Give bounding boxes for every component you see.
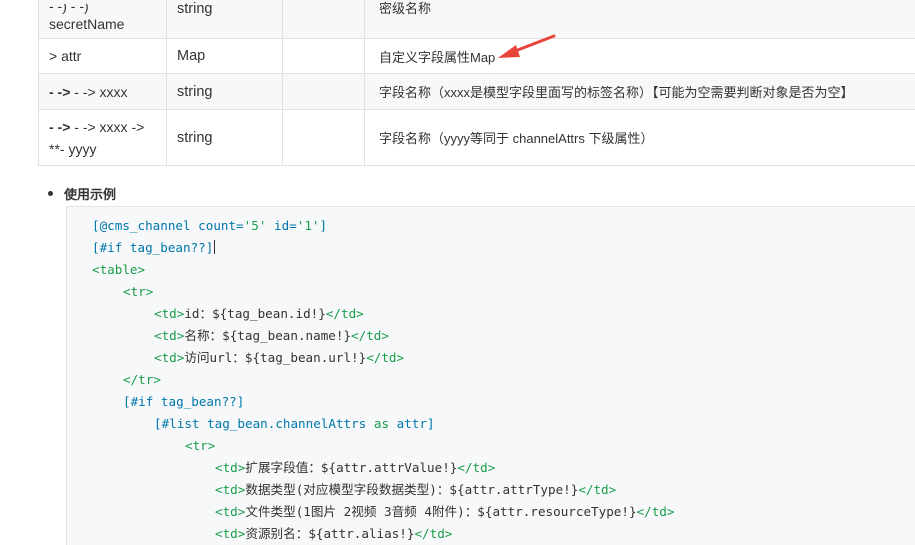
code-token: 名称：${tag_bean.name!} [184, 328, 352, 343]
code-line: <tr> [123, 281, 153, 303]
code-line: <td>文件类型(1图片 2视频 3音频 4附件)：${attr.resourc… [215, 501, 674, 523]
code-token: </td> [366, 350, 405, 365]
param-name-fragment: - -) - -) [49, 3, 89, 14]
table-row: - -> - -> xxxx string 字段名称（xxxx是模型字段里面写的… [38, 73, 915, 110]
param-desc-cell: 字段名称（xxxx是模型字段里面写的标签名称）【可能为空需要判断对象是否为空】 [364, 73, 915, 110]
annotation-arrow-icon [498, 34, 556, 58]
code-token: ] [319, 218, 328, 233]
param-name-rest: - -> xxxx -> [70, 118, 145, 135]
param-name-bold: - -> [49, 118, 71, 135]
code-token: 资源别名：${attr.alias!} [245, 526, 415, 541]
code-token: <td> [154, 306, 185, 321]
table-row: - -> - -> xxxx -> **- yyyy string 字段名称（yy… [38, 109, 915, 166]
code-token: </td> [636, 504, 675, 519]
section-heading: 使用示例 [64, 187, 117, 202]
param-type-cell: string [166, 109, 283, 166]
section-bullet: 使用示例 [48, 184, 116, 203]
param-type-cell: string [166, 73, 283, 110]
code-token: <tr> [123, 284, 154, 299]
table-row: > attr Map 自定义字段属性Map [38, 38, 915, 74]
code-block: [@cms_channel count='5' id='1'] [#if tag… [66, 206, 915, 545]
code-token: '1' [296, 218, 320, 233]
code-token: </td> [578, 482, 617, 497]
param-name-bold: - -> [49, 83, 71, 100]
code-token: 数据类型(对应模型字段数据类型)：${attr.attrType!} [245, 482, 579, 497]
code-line: <table> [92, 259, 145, 281]
code-token: </tr> [123, 372, 161, 387]
doc-page: - -) - -) secretName string 密级名称 > attr … [0, 0, 915, 545]
code-token: id= [266, 218, 297, 233]
text-cursor [214, 240, 216, 254]
code-line: [#if tag_bean??] [123, 391, 244, 413]
param-type-cell: Map [166, 38, 283, 74]
code-line: </tr> [123, 369, 161, 391]
code-token: <tr> [185, 438, 216, 453]
code-token: [#list tag_bean.channelAttrs [154, 416, 374, 431]
code-token: </td> [351, 328, 389, 343]
code-line: <tr> [185, 435, 215, 457]
param-required-cell [282, 38, 365, 74]
code-token: <table> [92, 262, 146, 277]
param-name-cell: - -> - -> xxxx -> **- yyyy [38, 109, 167, 166]
code-token: <td> [215, 504, 246, 519]
code-token: <td> [154, 350, 185, 365]
param-desc-cell: 字段名称（yyyy等同于 channelAttrs 下级属性） [364, 109, 915, 166]
code-line: [@cms_channel count='5' id='1'] [92, 215, 327, 237]
code-token: <td> [215, 526, 246, 541]
code-token: [#if tag_bean??] [92, 240, 214, 255]
param-name-cell: - -) - -) secretName [38, 0, 167, 39]
code-token: [#if tag_bean??] [123, 394, 245, 409]
bullet-dot [48, 191, 53, 196]
code-token: <td> [154, 328, 185, 343]
param-name-cell: - -> - -> xxxx [38, 73, 167, 110]
code-line: <td>资源别名：${attr.alias!}</td> [215, 523, 452, 545]
code-token: 文件类型(1图片 2视频 3音频 4附件)：${attr.resourceTyp… [245, 504, 637, 519]
code-token: </td> [325, 306, 364, 321]
param-desc-cell: 自定义字段属性Map [364, 38, 915, 74]
code-token: 访问url：${tag_bean.url!} [184, 350, 367, 365]
code-token: <td> [215, 460, 246, 475]
code-token: attr] [389, 416, 435, 431]
param-type-cell: string [166, 0, 283, 39]
code-token: <td> [215, 482, 246, 497]
params-table: - -) - -) secretName string 密级名称 > attr … [38, 0, 915, 166]
code-token: 扩展字段值：${attr.attrValue!} [245, 460, 458, 475]
code-line: <td>访问url：${tag_bean.url!}</td> [154, 347, 404, 369]
code-token: </td> [414, 526, 453, 541]
code-token: </td> [457, 460, 496, 475]
code-token: [@cms_channel count= [92, 218, 244, 233]
code-line: <td>名称：${tag_bean.name!}</td> [154, 325, 389, 347]
param-name-line2: **- yyyy [49, 140, 97, 157]
param-required-cell [282, 0, 365, 39]
code-line: [#list tag_bean.channelAttrs as attr] [154, 413, 435, 435]
code-line: <td>扩展字段值：${attr.attrValue!}</td> [215, 457, 495, 479]
param-desc-cell: 密级名称 [364, 0, 915, 39]
param-required-cell [282, 73, 365, 110]
code-line: [#if tag_bean??] [92, 237, 216, 259]
code-token: '5' [243, 218, 267, 233]
param-name: secretName [49, 15, 125, 32]
code-token: as [373, 416, 390, 431]
param-name-cell: > attr [38, 38, 167, 74]
code-line: <td>id：${tag_bean.id!}</td> [154, 303, 364, 325]
code-line: <td>数据类型(对应模型字段数据类型)：${attr.attrType!}</… [215, 479, 616, 501]
table-row: - -) - -) secretName string 密级名称 [38, 0, 915, 39]
param-name-rest: - -> xxxx [70, 83, 128, 100]
code-token: id：${tag_bean.id!} [184, 306, 326, 321]
param-required-cell [282, 109, 365, 166]
